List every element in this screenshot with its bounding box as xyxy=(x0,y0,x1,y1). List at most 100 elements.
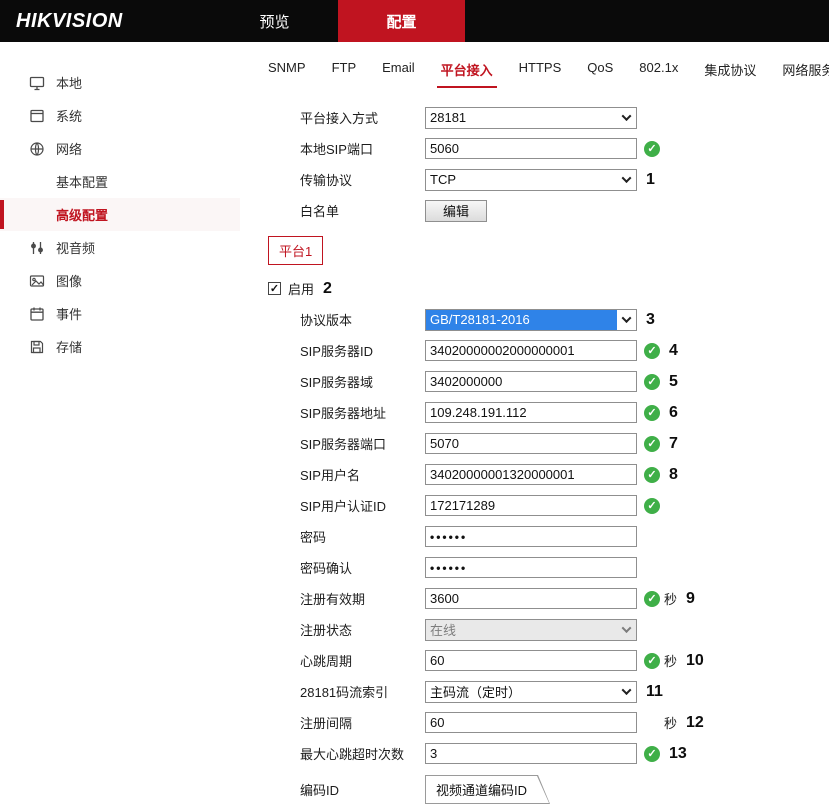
field-label: SIP服务器地址 xyxy=(300,403,425,422)
password-input[interactable]: •••••• xyxy=(425,557,637,578)
sidebar-item-label: 本地 xyxy=(56,73,82,92)
field-label: SIP服务器域 xyxy=(300,372,425,391)
field-label: 注册状态 xyxy=(300,620,425,639)
sidebar-item[interactable]: 事件 xyxy=(0,297,240,330)
annotation-number: 13 xyxy=(669,745,687,763)
annotation-number: 3 xyxy=(646,311,655,329)
chevron-down-icon xyxy=(617,620,636,640)
text-input[interactable]: 60 xyxy=(425,712,637,733)
valid-check-icon: ✓ xyxy=(644,405,660,421)
text-input[interactable]: 60 xyxy=(425,650,637,671)
field-label: SIP用户认证ID xyxy=(300,496,425,515)
unit-label: 秒 xyxy=(664,713,677,732)
dropdown[interactable]: GB/T28181-2016 xyxy=(425,309,637,331)
annotation-number: 7 xyxy=(669,435,678,453)
text-input[interactable]: 5060 xyxy=(425,138,637,159)
text-input[interactable]: 3402000000 xyxy=(425,371,637,392)
content-tab[interactable]: FTP xyxy=(319,54,370,88)
content-tab[interactable]: 平台接入 xyxy=(428,54,506,88)
text-input[interactable]: 172171289 xyxy=(425,495,637,516)
sidebar-item-label: 存储 xyxy=(56,337,82,356)
field-label: 心跳周期 xyxy=(300,651,425,670)
form-row: 28181码流索引主码流（定时） 11 xyxy=(300,676,829,707)
annotation-number: 11 xyxy=(646,683,663,701)
field-label: 密码确认 xyxy=(300,558,425,577)
form-row: 本地SIP端口5060✓ xyxy=(300,133,829,164)
text-input[interactable]: 34020000002000000001 xyxy=(425,340,637,361)
edit-button[interactable]: 编辑 xyxy=(425,200,487,222)
main-content: SNMPFTPEmail平台接入HTTPSQoS802.1x集成协议网络服务 平… xyxy=(240,42,829,805)
dropdown-value: 28181 xyxy=(426,108,617,128)
chevron-down-icon xyxy=(617,170,636,190)
form-row: 心跳周期60 ✓秒 10 xyxy=(300,645,829,676)
sidebar-item-label: 系统 xyxy=(56,106,82,125)
field-label: SIP服务器ID xyxy=(300,341,425,360)
platform-tab[interactable]: 平台1 xyxy=(268,236,323,265)
form-row: 传输协议TCP1 xyxy=(300,164,829,195)
dropdown[interactable]: TCP xyxy=(425,169,637,191)
valid-check-icon: ✓ xyxy=(644,591,660,607)
storage-icon xyxy=(28,338,46,356)
content-tab[interactable]: HTTPS xyxy=(506,54,575,88)
form-row: SIP用户认证ID172171289 ✓ xyxy=(300,490,829,521)
content-tab[interactable]: SNMP xyxy=(255,54,319,88)
dropdown[interactable]: 28181 xyxy=(425,107,637,129)
field-label: 28181码流索引 xyxy=(300,682,425,701)
hikvision-logo: HIKVISION xyxy=(0,0,211,42)
dropdown-value: TCP xyxy=(426,170,617,190)
annotation-number: 10 xyxy=(686,652,704,670)
form-row: 平台接入方式28181 xyxy=(300,102,829,133)
form-row: 最大心跳超时次数3✓13 xyxy=(300,738,829,769)
encode-id-chip[interactable]: 视频通道编码ID xyxy=(425,775,550,804)
valid-check-icon: ✓ xyxy=(644,653,660,669)
content-tab[interactable]: 集成协议 xyxy=(691,54,769,88)
network-icon xyxy=(28,140,46,158)
sidebar-item[interactable]: 网络 xyxy=(0,132,240,165)
sidebar-item[interactable]: 基本配置 xyxy=(0,165,240,198)
annotation-number: 2 xyxy=(323,280,332,298)
field-label: 最大心跳超时次数 xyxy=(300,744,425,763)
content-tab[interactable]: 802.1x xyxy=(626,54,691,88)
form-row: 注册状态在线 xyxy=(300,614,829,645)
text-input[interactable]: 3600 xyxy=(425,588,637,609)
top-nav: 预览配置 xyxy=(211,0,465,42)
top-nav-tab[interactable]: 配置 xyxy=(338,0,465,42)
password-input[interactable]: •••••• xyxy=(425,526,637,547)
valid-check-icon: ✓ xyxy=(644,498,660,514)
field-label: 密码 xyxy=(300,527,425,546)
sidebar-item[interactable]: 系统 xyxy=(0,99,240,132)
dropdown-value: 主码流（定时） xyxy=(426,682,617,702)
unit-label: 秒 xyxy=(664,651,677,670)
audio-icon xyxy=(28,239,46,257)
sidebar-item[interactable]: 视音频 xyxy=(0,231,240,264)
tab-bar: SNMPFTPEmail平台接入HTTPSQoS802.1x集成协议网络服务 xyxy=(240,54,829,88)
sidebar-item[interactable]: 本地 xyxy=(0,66,240,99)
text-input[interactable]: 109.248.191.112 xyxy=(425,402,637,423)
dropdown-value: GB/T28181-2016 xyxy=(426,310,617,330)
sidebar-item-label: 高级配置 xyxy=(56,205,108,224)
top-bar: HIKVISION 预览配置 xyxy=(0,0,829,42)
form-row: SIP服务器端口5070✓7 xyxy=(300,428,829,459)
content-tab[interactable]: QoS xyxy=(574,54,626,88)
sidebar-item[interactable]: 存储 xyxy=(0,330,240,363)
enable-checkbox[interactable]: ✓ xyxy=(268,282,281,295)
dropdown[interactable]: 在线 xyxy=(425,619,637,641)
valid-check-icon: ✓ xyxy=(644,141,660,157)
image-icon xyxy=(28,272,46,290)
annotation-number: 1 xyxy=(646,171,655,189)
dropdown[interactable]: 主码流（定时） xyxy=(425,681,637,703)
field-label: 平台接入方式 xyxy=(300,108,425,127)
sidebar-item[interactable]: 图像 xyxy=(0,264,240,297)
dropdown-value: 在线 xyxy=(426,620,617,640)
text-input[interactable]: 34020000001320000001 xyxy=(425,464,637,485)
content-tab[interactable]: Email xyxy=(369,54,428,88)
text-input[interactable]: 3 xyxy=(425,743,637,764)
field-label: 白名单 xyxy=(300,201,425,220)
top-nav-tab[interactable]: 预览 xyxy=(211,0,338,42)
field-label: 编码ID xyxy=(300,780,425,799)
form: 平台接入方式28181本地SIP端口5060✓传输协议TCP1白名单编辑平台1✓… xyxy=(240,88,829,805)
monitor-icon xyxy=(28,74,46,92)
content-tab[interactable]: 网络服务 xyxy=(769,54,829,88)
sidebar-item[interactable]: 高级配置 xyxy=(0,198,240,231)
text-input[interactable]: 5070 xyxy=(425,433,637,454)
